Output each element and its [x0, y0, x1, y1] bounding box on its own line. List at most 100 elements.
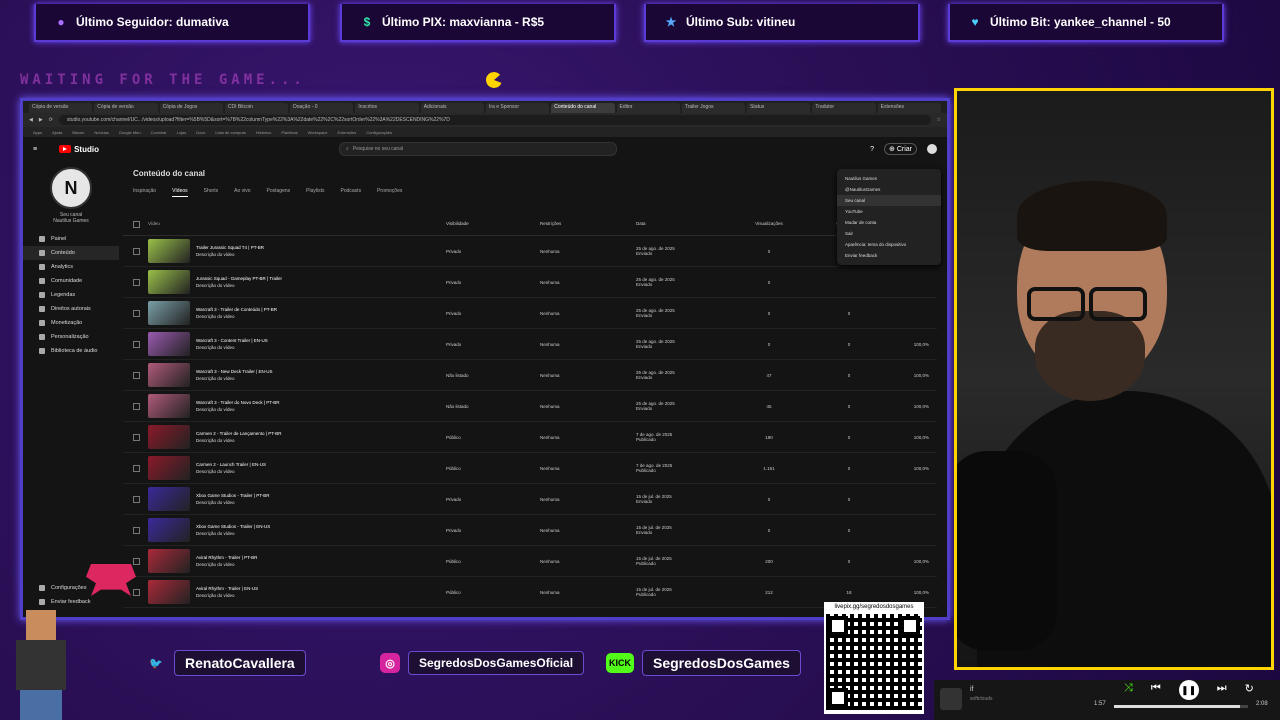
account-avatar[interactable]	[927, 144, 937, 154]
table-row[interactable]: Trailer Jurassic Squad T4 | PT-BR Descriç…	[123, 236, 937, 267]
browser-tab[interactable]: Cópia de versão	[94, 103, 158, 113]
browser-tab[interactable]: Tradutor	[812, 103, 876, 113]
tab-postagens[interactable]: Postagens	[267, 188, 291, 197]
bookmark-item[interactable]: Configurações	[366, 130, 392, 135]
visibility-cell[interactable]: Privado	[446, 249, 540, 254]
browser-tab[interactable]: Inscritos	[355, 103, 419, 113]
create-button[interactable]: ⊕ Criar	[884, 143, 917, 155]
browser-tab[interactable]: Conteúdo do canal	[551, 103, 615, 113]
sidebar-item-painel[interactable]: Painel	[23, 232, 119, 246]
url-field[interactable]: studio.youtube.com/channel/UC.../videos/…	[58, 115, 931, 125]
row-checkbox[interactable]	[133, 340, 140, 348]
row-checkbox[interactable]	[133, 278, 140, 286]
row-checkbox[interactable]	[133, 495, 140, 503]
visibility-cell[interactable]: Público	[446, 466, 540, 471]
video-thumbnail[interactable]	[148, 425, 190, 449]
sidebar-item-personaliza-o[interactable]: Personalização	[23, 330, 119, 344]
browser-tab[interactable]: CDI Bitcoin	[224, 103, 289, 113]
bookmark-item[interactable]: Histórico	[256, 130, 272, 135]
visibility-cell[interactable]: Não listado	[446, 404, 540, 409]
browser-tab[interactable]: Ira e Sponsor	[485, 103, 550, 113]
sidebar-item-monetiza-o[interactable]: Monetização	[23, 316, 119, 330]
visibility-cell[interactable]: Privado	[446, 342, 540, 347]
row-checkbox[interactable]	[133, 464, 140, 472]
table-row[interactable]: Aviral Rhythm - Trailer | EN-US Descrição…	[123, 577, 937, 608]
browser-tab[interactable]: Status	[747, 103, 811, 113]
video-title[interactable]: Warcraft 3 - Trailer do Novo Deck | PT-B…	[196, 400, 446, 405]
help-icon[interactable]: ?	[870, 146, 874, 153]
bookmark-item[interactable]: Lojas	[177, 130, 187, 135]
bookmark-item[interactable]: Docs	[196, 130, 205, 135]
channel-avatar[interactable]: N	[50, 167, 92, 209]
sidebar-item-direitos-autorais[interactable]: Direitos autorais	[23, 302, 119, 316]
video-thumbnail[interactable]	[148, 456, 190, 480]
video-thumbnail[interactable]	[148, 394, 190, 418]
back-icon[interactable]: ◀	[29, 117, 33, 123]
browser-tab[interactable]: Extensões	[877, 103, 941, 113]
hamburger-menu-icon[interactable]: ≡	[33, 146, 37, 153]
previous-icon[interactable]: ⏮	[1151, 682, 1161, 700]
sidebar-item-settings[interactable]: Configurações	[23, 581, 86, 595]
table-row[interactable]: Xbox Game Studios - Trailer | EN-US Descr…	[123, 515, 937, 546]
bookmark-star-icon[interactable]: ☆	[937, 117, 941, 123]
account-menu-item[interactable]: Aparência: tema do dispositivo	[837, 239, 941, 250]
browser-tab[interactable]: Trailer Jogos	[681, 103, 746, 113]
video-title[interactable]: Aviral Rhythm - Trailer | PT-BR	[196, 555, 446, 560]
select-all-checkbox[interactable]	[133, 221, 140, 228]
video-title[interactable]: Aviral Rhythm - Trailer | EN-US	[196, 586, 446, 591]
table-row[interactable]: Warcraft 3 - New Deck Trailer | EN-US Des…	[123, 360, 937, 391]
bookmark-item[interactable]: Ajuda	[52, 130, 62, 135]
row-checkbox[interactable]	[133, 402, 140, 410]
row-checkbox[interactable]	[133, 433, 140, 441]
column-header[interactable]: Visibilidade	[446, 221, 540, 231]
video-thumbnail[interactable]	[148, 270, 190, 294]
visibility-cell[interactable]: Público	[446, 435, 540, 440]
bookmark-item[interactable]: Planilhas	[281, 130, 297, 135]
video-thumbnail[interactable]	[148, 332, 190, 356]
video-title[interactable]: Carmen 2 - Launch Trailer | EN-US	[196, 462, 446, 467]
table-row[interactable]: Carmen 2 - Launch Trailer | EN-US Descriç…	[123, 453, 937, 484]
browser-tab[interactable]: Editor	[616, 103, 680, 113]
row-checkbox[interactable]	[133, 371, 140, 379]
column-header[interactable]: Visualizações	[724, 221, 814, 231]
progress-bar[interactable]	[1114, 705, 1248, 708]
table-row[interactable]: Warcraft 3 - Trailer do Novo Deck | PT-B…	[123, 391, 937, 422]
video-thumbnail[interactable]	[148, 301, 190, 325]
table-row[interactable]: Warcraft 3 - Content Trailer | EN-US Desc…	[123, 329, 937, 360]
forward-icon[interactable]: ▶	[39, 117, 43, 123]
browser-tab[interactable]: Cópia de versão	[29, 103, 93, 113]
table-row[interactable]: Carmen 2 - Trailer de Lançamento | PT-BR…	[123, 422, 937, 453]
table-row[interactable]: Jurassic Squad - Gameplay PT-BR | Traile…	[123, 267, 937, 298]
account-menu-item[interactable]: Sair	[837, 228, 941, 239]
browser-tab[interactable]: Doação - 0	[290, 103, 354, 113]
bookmark-item[interactable]: Workspace	[308, 130, 328, 135]
table-row[interactable]: Xbox Game Studios - Trailer | PT-BR Descr…	[123, 484, 937, 515]
tab-v-deos[interactable]: Vídeos	[172, 188, 188, 197]
row-checkbox[interactable]	[133, 526, 140, 534]
browser-tab[interactable]: Cópia de Jogos	[159, 103, 223, 113]
video-thumbnail[interactable]	[148, 487, 190, 511]
visibility-cell[interactable]: Público	[446, 590, 540, 595]
sidebar-item-comunidade[interactable]: Comunidade	[23, 274, 119, 288]
tab-inspira-o[interactable]: Inspiração	[133, 188, 156, 197]
video-thumbnail[interactable]	[148, 518, 190, 542]
row-checkbox[interactable]	[133, 588, 140, 596]
account-menu-item[interactable]: Mudar de conta	[837, 217, 941, 228]
tab-playlists[interactable]: Playlists	[306, 188, 324, 197]
visibility-cell[interactable]: Privado	[446, 528, 540, 533]
visibility-cell[interactable]: Privado	[446, 497, 540, 502]
tab-shorts[interactable]: Shorts	[204, 188, 218, 197]
tab-promo-es[interactable]: Promoções	[377, 188, 402, 197]
search-input[interactable]: ⌕ Pesquise no seu canal	[338, 142, 617, 156]
row-checkbox[interactable]	[133, 309, 140, 317]
reload-icon[interactable]: ⟳	[49, 117, 53, 123]
account-menu-item[interactable]: Nautilus Games	[837, 173, 941, 184]
account-menu-item[interactable]: YouTube	[837, 206, 941, 217]
account-menu-item[interactable]: Enviar feedback	[837, 250, 941, 261]
bookmark-item[interactable]: Google Meu	[119, 130, 141, 135]
column-header[interactable]: Restrições	[540, 221, 636, 231]
video-title[interactable]: Xbox Game Studios - Trailer | PT-BR	[196, 493, 446, 498]
repeat-icon[interactable]: ↻	[1245, 682, 1254, 700]
visibility-cell[interactable]: Privado	[446, 311, 540, 316]
pause-icon[interactable]: ❚❚	[1178, 680, 1199, 700]
